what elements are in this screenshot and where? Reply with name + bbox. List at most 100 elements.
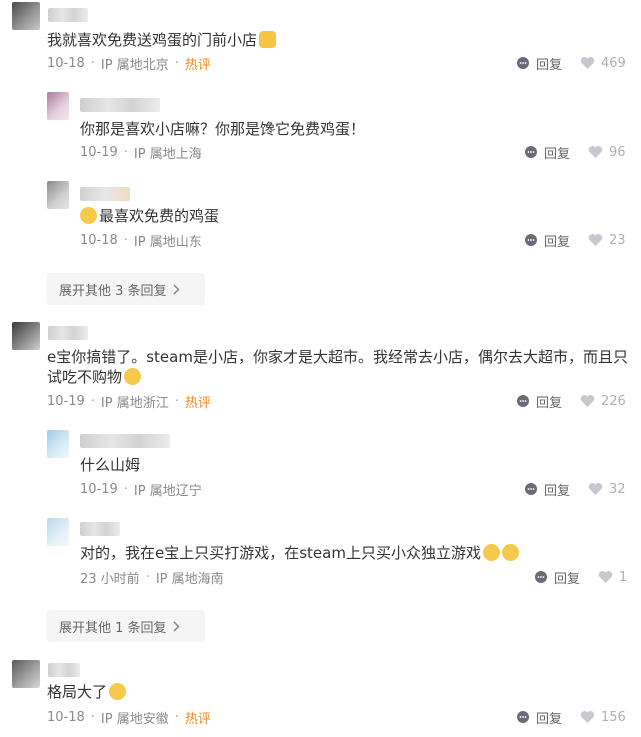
reply-date: 10-19 [80, 481, 118, 497]
reply-date: 23 小时前 [80, 571, 140, 587]
reply-text-content: 最喜欢免费的鸡蛋 [99, 207, 220, 225]
reply-text: 你那是喜欢小店嘛？你那是馋它免费鸡蛋！ [80, 120, 366, 138]
comment-date: 10-19 [47, 393, 85, 409]
reply-label: 回复 [536, 395, 563, 411]
reply-button[interactable]: 回复 [534, 568, 581, 587]
reply-label: 回复 [544, 483, 571, 499]
username[interactable] [48, 326, 88, 340]
ip-location: IP 属地海南 [155, 571, 224, 587]
meta-separator: · [174, 393, 179, 409]
expand-replies-button[interactable]: 展开其他 1 条回复 [47, 610, 205, 642]
username[interactable] [80, 187, 130, 201]
meta-separator: · [123, 481, 128, 497]
grin-emoji-icon [482, 544, 500, 561]
username[interactable] [48, 8, 88, 22]
like-count: 1 [619, 569, 628, 585]
chevron-right-icon [173, 620, 180, 632]
like-count: 226 [601, 393, 626, 409]
like-button[interactable]: 32 [588, 480, 626, 498]
meta-separator: · [123, 144, 128, 160]
reply-text-content: 对的，我在e宝上只买打游戏，在steam上只买小众独立游戏 [80, 544, 481, 562]
ip-location: IP 属地上海 [133, 146, 202, 162]
comment-meta: 10-19 · IP 属地浙江 · 热评 [47, 392, 211, 411]
meta-separator: · [90, 709, 95, 725]
comment-bubble-icon [525, 234, 537, 246]
avatar[interactable] [12, 660, 40, 688]
like-button[interactable]: 23 [588, 231, 626, 249]
reply-button[interactable]: 回复 [516, 392, 563, 411]
like-button[interactable]: 226 [580, 392, 626, 410]
reply-date: 10-19 [80, 144, 118, 160]
reply-button[interactable]: 回复 [524, 480, 571, 499]
ip-location: IP 属地北京 [100, 57, 169, 73]
comment-meta: 10-18 · IP 属地安徽 · 热评 [47, 708, 211, 727]
reply-text: 最喜欢免费的鸡蛋 [80, 204, 219, 228]
hot-badge: 热评 [184, 395, 211, 411]
like-button[interactable]: 469 [580, 54, 626, 72]
avatar[interactable] [47, 430, 69, 458]
username[interactable] [80, 98, 160, 112]
hot-badge: 热评 [184, 711, 211, 727]
heart-icon [588, 234, 603, 246]
reply-text: 什么山姆 [80, 456, 141, 474]
comment-text: 试吃不购物 [47, 365, 142, 389]
heart-icon [580, 395, 595, 407]
meta-separator: · [174, 55, 179, 71]
meta-separator: · [123, 232, 128, 248]
avatar[interactable] [12, 2, 40, 30]
comment-text-content: 我就喜欢免费送鸡蛋的门前小店 [47, 31, 258, 49]
reply-button[interactable]: 回复 [516, 708, 563, 727]
username[interactable] [80, 434, 170, 448]
like-count: 96 [609, 144, 626, 160]
meta-separator: · [90, 55, 95, 71]
reply-label: 回复 [544, 234, 571, 250]
chevron-right-icon [173, 283, 180, 295]
comment-date: 10-18 [47, 709, 85, 725]
like-button[interactable]: 1 [598, 568, 627, 586]
reply-label: 回复 [536, 711, 563, 727]
comment-text: 我就喜欢免费送鸡蛋的门前小店 [47, 28, 277, 52]
heart-icon [598, 571, 613, 583]
meta-separator: · [145, 569, 150, 585]
comment-bubble-icon [517, 395, 529, 407]
meta-separator: · [174, 709, 179, 725]
meta-separator: · [90, 393, 95, 409]
reply-date: 10-18 [80, 232, 118, 248]
kiss-emoji-icon [80, 207, 97, 224]
comment-bubble-icon [525, 483, 537, 495]
heart-icon [588, 146, 603, 158]
reply-button[interactable]: 回复 [516, 54, 562, 73]
comment-bubble-icon [535, 571, 547, 583]
like-count: 23 [609, 232, 626, 248]
username[interactable] [80, 522, 120, 536]
ip-location: IP 属地山东 [133, 234, 202, 250]
comment-text: 格局大了 [47, 680, 127, 704]
reply-meta: 10-19 · IP 属地上海 [80, 143, 202, 162]
reply-label: 回复 [554, 571, 581, 587]
cat-emoji-icon [259, 31, 277, 48]
like-button[interactable]: 156 [580, 708, 626, 726]
comment-text-content: 格局大了 [47, 683, 108, 701]
comment-date: 10-18 [47, 55, 85, 71]
heart-icon [588, 483, 603, 495]
grin-emoji-icon [501, 544, 519, 561]
ip-location: IP 属地辽宁 [133, 483, 202, 499]
expand-replies-button[interactable]: 展开其他 3 条回复 [47, 273, 205, 305]
avatar[interactable] [47, 92, 69, 120]
reply-button[interactable]: 回复 [524, 143, 570, 162]
ip-location: IP 属地安徽 [100, 711, 169, 727]
hot-badge: 热评 [184, 57, 211, 73]
expand-replies-label: 展开其他 3 条回复 [59, 283, 167, 299]
heart-icon [580, 711, 595, 723]
like-count: 156 [601, 709, 626, 725]
like-button[interactable]: 96 [588, 143, 626, 161]
avatar[interactable] [47, 181, 69, 209]
reply-button[interactable]: 回复 [524, 231, 571, 250]
avatar[interactable] [12, 322, 40, 350]
reply-text: 对的，我在e宝上只买打游戏，在steam上只买小众独立游戏 [80, 541, 519, 565]
username[interactable] [48, 663, 80, 677]
heart-icon [580, 57, 595, 69]
avatar[interactable] [47, 518, 69, 546]
crying-emoji-icon [109, 683, 127, 700]
comment-meta: 10-18 · IP 属地北京 · 热评 [47, 54, 211, 73]
